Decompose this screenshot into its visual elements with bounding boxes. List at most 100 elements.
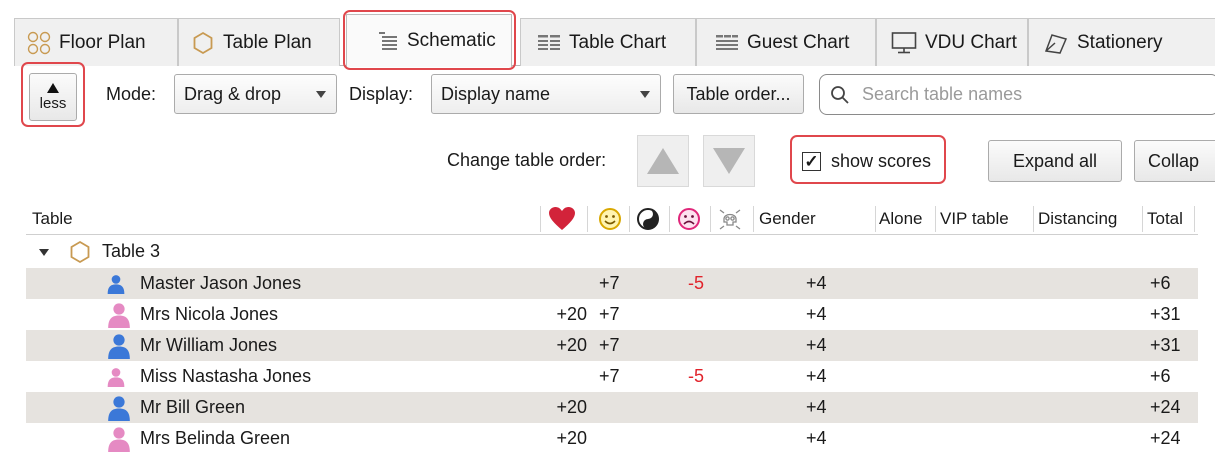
guest-name: Mrs Nicola Jones	[140, 304, 279, 324]
score-yinyang	[636, 392, 666, 423]
table-row[interactable]: Mr William Jones +20 +7 +4 +31	[26, 330, 1198, 361]
score-skull	[718, 392, 748, 423]
table-row[interactable]: Mr Bill Green +20 +4 +24	[26, 392, 1198, 423]
tab-label: Schematic	[407, 30, 496, 51]
tab-label: Stationery	[1077, 31, 1163, 53]
score-sad: -5	[687, 366, 704, 386]
female-person-icon	[106, 423, 132, 454]
expand-all-button[interactable]: Expand all	[988, 140, 1122, 182]
table-plan-icon	[193, 31, 213, 54]
tab-table-plan[interactable]: Table Plan	[178, 18, 340, 66]
stationery-icon	[1044, 33, 1068, 54]
tab-label: Guest Chart	[747, 31, 850, 53]
score-sad	[674, 299, 704, 330]
column-header-yinyang[interactable]	[636, 204, 660, 234]
score-distancing	[1038, 330, 1138, 361]
display-select[interactable]: Display name	[431, 74, 661, 114]
score-vip	[940, 392, 1030, 423]
score-smile: +7	[599, 273, 620, 293]
score-yinyang	[636, 268, 666, 299]
move-up-button[interactable]	[637, 135, 689, 187]
table-order-label: Table order...	[686, 83, 791, 104]
table-row[interactable]: Master Jason Jones +7 -5 +4 +6	[26, 268, 1198, 299]
score-smile: +7	[599, 304, 620, 324]
checkbox-checked-icon[interactable]: ✓	[802, 151, 821, 171]
score-alone	[879, 330, 929, 361]
score-gender-score: +4	[806, 366, 827, 386]
tab-vdu-chart[interactable]: VDU Chart	[876, 18, 1028, 66]
move-down-button[interactable]	[703, 135, 755, 187]
score-total: +31	[1150, 335, 1181, 355]
tab-label: Floor Plan	[59, 31, 146, 53]
yin-yang-icon	[637, 208, 659, 230]
tab-guest-chart[interactable]: Guest Chart	[696, 18, 876, 66]
male-person-icon	[106, 268, 126, 299]
score-love: +20	[556, 335, 587, 355]
score-gender-score: +4	[806, 304, 827, 324]
guest-name: Master Jason Jones	[140, 273, 302, 293]
triangle-up-icon	[47, 82, 59, 93]
score-sad: -5	[687, 273, 704, 293]
expand-toggle[interactable]	[38, 236, 50, 267]
table-group-row[interactable]: Table 3	[26, 236, 1198, 267]
score-love	[547, 268, 587, 299]
table-order-button[interactable]: Table order...	[673, 74, 804, 114]
score-sad	[674, 330, 704, 361]
tab-label: Table Plan	[223, 31, 312, 53]
column-header-smile[interactable]	[598, 204, 622, 234]
score-sad	[674, 423, 704, 454]
tab-table-chart[interactable]: Table Chart	[520, 18, 696, 66]
score-smile: +7	[599, 335, 620, 355]
score-love	[547, 361, 587, 392]
monitor-icon	[891, 31, 917, 53]
schematic-icon	[379, 32, 397, 50]
table-row[interactable]: Miss Nastasha Jones +7 -5 +4 +6	[26, 361, 1198, 392]
collapse-button[interactable]: Collap	[1134, 140, 1215, 182]
less-button[interactable]: less	[29, 73, 77, 121]
score-skull	[718, 330, 748, 361]
display-label: Display:	[349, 84, 414, 104]
mode-select[interactable]: Drag & drop	[174, 74, 337, 114]
expand-all-label: Expand all	[1012, 150, 1098, 171]
score-total: +6	[1150, 366, 1171, 386]
score-distancing	[1038, 268, 1138, 299]
tab-stationery[interactable]: Stationery	[1028, 18, 1215, 66]
score-vip	[940, 299, 1030, 330]
guest-name: Mr William Jones	[140, 335, 278, 355]
skull-icon	[719, 209, 741, 230]
score-alone	[879, 268, 929, 299]
table-header: Table Gender Alone VIP table Distancing …	[26, 204, 1198, 235]
show-scores-checkbox[interactable]: ✓ show scores	[796, 140, 944, 182]
score-love: +20	[556, 428, 587, 448]
score-smile	[599, 423, 629, 454]
search-input[interactable]	[860, 83, 1164, 106]
guest-name: Miss Nastasha Jones	[140, 366, 312, 386]
show-scores-label: show scores	[831, 150, 932, 171]
column-header-skull[interactable]	[718, 204, 742, 234]
search-field[interactable]	[819, 74, 1215, 115]
score-yinyang	[636, 423, 666, 454]
column-header-table[interactable]: Table	[32, 204, 73, 234]
tab-floor-plan[interactable]: Floor Plan	[14, 18, 178, 66]
column-header-total[interactable]: Total	[1147, 204, 1183, 234]
score-yinyang	[636, 299, 666, 330]
score-distancing	[1038, 361, 1138, 392]
triangle-down-icon	[713, 148, 745, 174]
score-vip	[940, 361, 1030, 392]
less-label: less	[39, 94, 67, 112]
column-header-sad[interactable]	[677, 204, 701, 234]
column-divider	[753, 206, 754, 232]
column-header-distancing[interactable]: Distancing	[1038, 204, 1117, 234]
tab-schematic[interactable]: Schematic	[346, 14, 512, 67]
heart-icon	[549, 207, 575, 230]
column-header-love[interactable]	[548, 204, 576, 234]
column-header-gender[interactable]: Gender	[759, 204, 816, 234]
score-alone	[879, 423, 929, 454]
column-header-vip[interactable]: VIP table	[940, 204, 1009, 234]
column-divider	[629, 206, 630, 232]
column-divider	[587, 206, 588, 232]
female-person-icon	[106, 361, 126, 392]
table-row[interactable]: Mrs Belinda Green +20 +4 +24	[26, 423, 1198, 454]
column-header-alone[interactable]: Alone	[879, 204, 922, 234]
table-row[interactable]: Mrs Nicola Jones +20 +7 +4 +31	[26, 299, 1198, 330]
